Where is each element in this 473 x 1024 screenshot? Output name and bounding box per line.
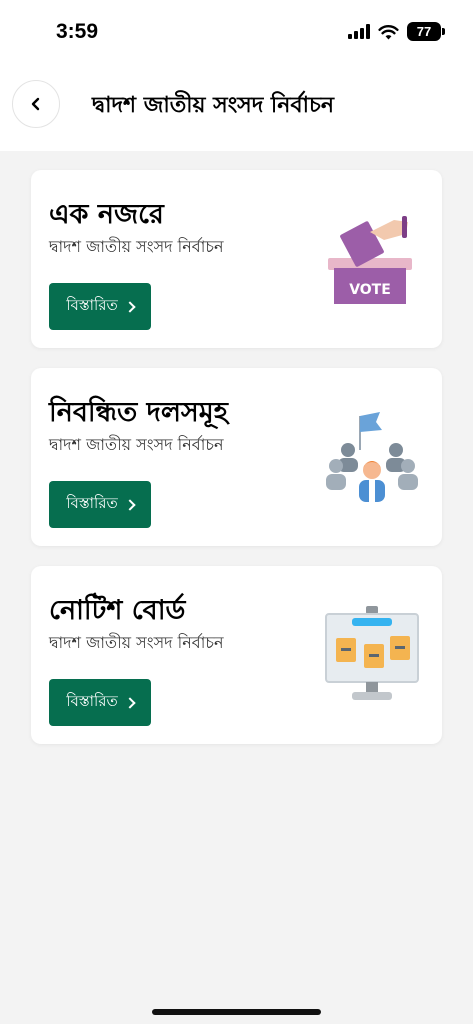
vote-box-label: VOTE [349,282,391,298]
card-title: নিবন্ধিত দলসমূহ [49,397,228,428]
page-title: দ্বাদশ জাতীয় সংসদ নির্বাচন [92,93,334,118]
details-button-label: বিস্তারিত [66,692,118,710]
card-notice-board[interactable]: নোটিশ বোর্ড দ্বাদশ জাতীয় সংসদ নির্বাচন … [31,566,442,744]
app-header: দ্বাদশ জাতীয় সংসদ নির্বাচন [0,62,473,151]
wifi-icon [378,24,399,39]
details-button-label: বিস্তারিত [66,296,118,314]
battery-icon: 77 [407,22,445,41]
card-subtitle: দ্বাদশ জাতীয় সংসদ নির্বাচন [49,435,224,454]
chevron-right-icon [124,300,136,313]
home-indicator[interactable] [152,1009,321,1015]
back-button[interactable] [12,80,60,128]
status-icons: 77 [348,22,445,41]
card-title: এক নজরে [49,199,164,230]
card-title: নোটিশ বোর্ড [49,595,186,626]
details-button-label: বিস্তারিত [66,494,118,512]
notice-board-icon [325,606,419,700]
vote-box-icon: VOTE [328,216,412,304]
signal-icon [348,24,370,39]
details-button[interactable]: বিস্তারিত [49,679,151,726]
card-subtitle: দ্বাদশ জাতীয় সংসদ নির্বাচন [49,237,224,256]
details-button[interactable]: বিস্তারিত [49,481,151,528]
chevron-left-icon [31,97,40,111]
status-time: 3:59 [56,20,99,43]
card-registered-parties[interactable]: নিবন্ধিত দলসমূহ দ্বাদশ জাতীয় সংসদ নির্ব… [31,368,442,546]
chevron-right-icon [124,696,136,709]
chevron-right-icon [124,498,136,511]
people-group-icon [326,412,418,502]
status-bar: 3:59 77 [0,0,473,62]
card-subtitle: দ্বাদশ জাতীয় সংসদ নির্বাচন [49,633,224,652]
details-button[interactable]: বিস্তারিত [49,283,151,330]
card-overview[interactable]: এক নজরে দ্বাদশ জাতীয় সংসদ নির্বাচন বিস্… [31,170,442,348]
